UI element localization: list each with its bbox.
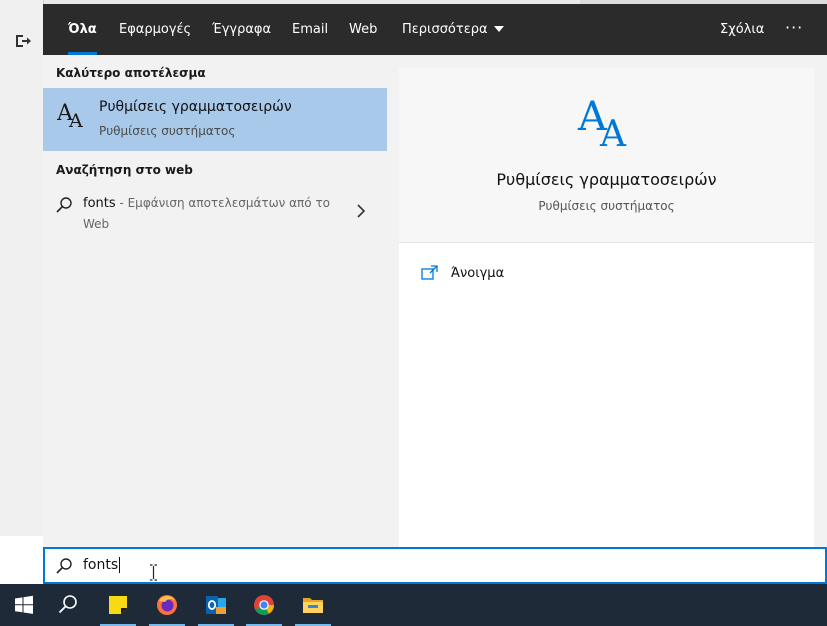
sign-out-icon[interactable] [14,32,32,50]
tab-label: Email [292,22,329,37]
taskbar-outlook[interactable] [192,584,240,626]
outlook-icon [206,596,226,614]
search-panel: Όλα Εφαρμογές Έγγραφα Email Web Περισσότ… [43,4,827,547]
font-aa-large-icon: A A [577,94,627,148]
preview-subtitle: Ρυθμίσεις συστήματος [538,199,675,213]
more-options-button[interactable]: ··· [785,4,803,55]
best-match-title: Ρυθμίσεις γραμματοσειρών [99,99,292,115]
chevron-right-icon[interactable] [355,203,367,219]
web-search-text: fonts - Εμφάνιση αποτελεσμάτων από το We… [83,193,335,235]
taskbar-firefox[interactable] [143,584,191,626]
chevron-down-icon [493,25,504,32]
tab-documents[interactable]: Έγγραφα [212,4,271,55]
taskbar-sticky-notes[interactable] [94,584,142,626]
tab-label: Όλα [68,22,97,37]
open-label: Άνοιγμα [451,266,505,281]
font-aa-icon: A A [57,101,83,130]
web-search-query: fonts [83,196,116,211]
search-box[interactable]: fonts [43,547,827,584]
tab-more[interactable]: Περισσότερα [402,4,504,55]
i-beam-cursor-icon [150,564,157,581]
best-match-subtitle: Ρυθμίσεις συστήματος [99,124,236,138]
windows-start-icon [15,595,33,614]
taskbar-search-button[interactable] [44,584,92,626]
svg-text:A: A [599,114,627,148]
background-app-sidebar [0,0,44,536]
tab-email[interactable]: Email [292,4,328,55]
feedback-button[interactable]: Σχόλια [720,4,764,55]
tab-label: Έγγραφα [212,22,272,37]
tab-all[interactable]: Όλα [68,4,97,55]
search-input[interactable]: fonts [83,557,121,573]
text-caret [119,557,121,573]
search-input-text: fonts [83,557,119,573]
sticky-notes-icon [109,596,127,614]
web-search-result[interactable]: fonts - Εμφάνιση αποτελεσμάτων από το We… [43,191,387,241]
svg-text:A: A [68,110,83,130]
feedback-label: Σχόλια [720,22,765,37]
tab-web[interactable]: Web [349,4,377,55]
search-filter-bar: Όλα Εφαρμογές Έγγραφα Email Web Περισσότ… [43,4,827,55]
start-button[interactable] [0,584,48,626]
firefox-icon [157,595,177,615]
taskbar-chrome[interactable] [240,584,288,626]
chrome-icon [254,595,275,616]
web-search-suffix-web: Web [83,217,110,231]
preview-header: A A Ρυθμίσεις γραμματοσειρών Ρυθμίσεις σ… [399,68,814,243]
tab-label: Web [349,22,378,37]
results-list: Καλύτερο αποτέλεσμα A A Ρυθμίσεις γραμμα… [43,55,387,547]
search-icon [56,197,72,213]
search-icon [56,558,72,574]
background-app-strip [0,536,44,584]
tab-label: Περισσότερα [402,22,488,37]
tab-label: Εφαρμογές [119,22,192,37]
file-explorer-icon [303,598,323,613]
best-match-result[interactable]: A A Ρυθμίσεις γραμματοσειρών Ρυθμίσεις σ… [43,88,387,151]
tab-apps[interactable]: Εφαρμογές [119,4,191,55]
web-search-suffix: - Εμφάνιση αποτελεσμάτων από το [115,196,331,210]
result-preview-pane: A A Ρυθμίσεις γραμματοσειρών Ρυθμίσεις σ… [399,68,814,547]
best-match-heading: Καλύτερο αποτέλεσμα [56,66,206,80]
open-external-icon [421,265,438,280]
preview-title: Ρυθμίσεις γραμματοσειρών [496,170,717,189]
search-icon [58,595,77,614]
taskbar-file-explorer[interactable] [289,584,337,626]
taskbar [0,584,827,626]
web-search-heading: Αναζήτηση στο web [56,163,193,177]
